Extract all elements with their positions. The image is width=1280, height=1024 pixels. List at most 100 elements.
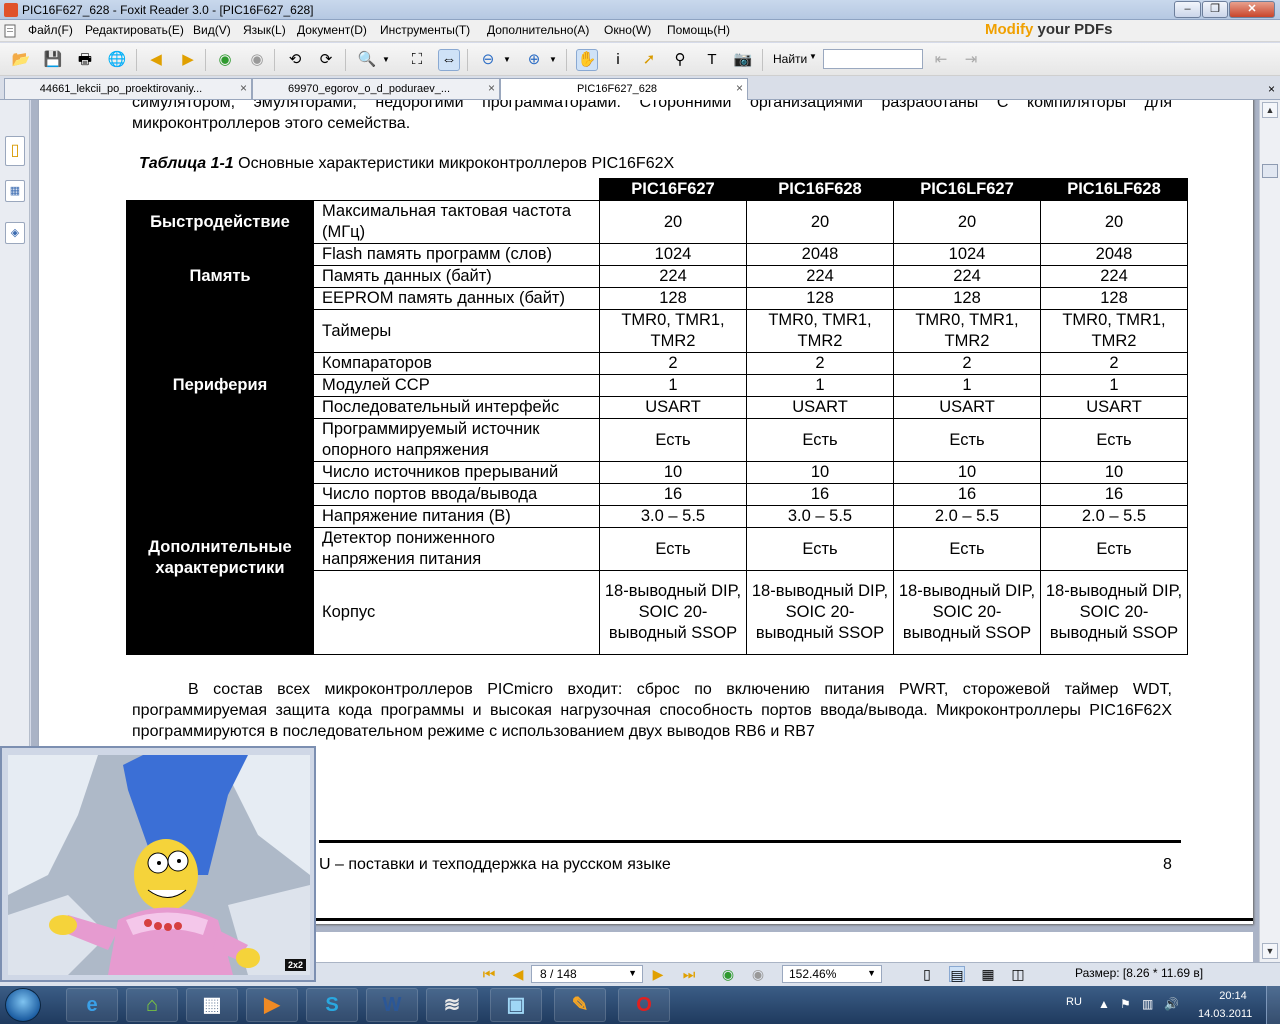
- image-viewer-icon[interactable]: ▣: [490, 988, 542, 1022]
- cartoon-character-image: [8, 755, 310, 975]
- menu-help[interactable]: Помощь(H): [667, 23, 730, 37]
- find-previous-icon[interactable]: ⇤: [930, 49, 952, 71]
- menu-file[interactable]: Файл(F): [28, 23, 73, 37]
- layers-icon[interactable]: ◈: [5, 222, 25, 244]
- zoom-field[interactable]: 152.46% ▼: [782, 965, 882, 983]
- menu-advanced[interactable]: Дополнительно(A): [487, 23, 589, 37]
- value-cell: 16: [599, 483, 747, 506]
- scroll-down-icon[interactable]: ▼: [1262, 943, 1278, 959]
- find-input[interactable]: [823, 49, 923, 69]
- close-button[interactable]: ✕: [1229, 1, 1275, 18]
- media-player-icon[interactable]: ▦: [186, 988, 238, 1022]
- page-number-field[interactable]: 8 / 148 ▼: [531, 965, 643, 983]
- menu-document[interactable]: Документ(D): [297, 23, 367, 37]
- fit-page-icon[interactable]: ⛶: [406, 49, 428, 71]
- zoom-in-icon[interactable]: ⊕: [523, 49, 545, 71]
- zoom-out-icon[interactable]: ⊖: [477, 49, 499, 71]
- volume-icon[interactable]: 🔊: [1164, 997, 1179, 1011]
- vertical-scrollbar[interactable]: ▲ ▼: [1259, 100, 1280, 962]
- flag-icon[interactable]: ⚑: [1120, 997, 1131, 1011]
- facing-pages-icon[interactable]: ▦: [980, 966, 996, 982]
- hand-tool-icon[interactable]: ✋: [576, 49, 598, 71]
- start-button[interactable]: [5, 988, 41, 1022]
- value-cell: TMR0, TMR1, TMR2: [893, 309, 1041, 353]
- email-icon[interactable]: 🌐: [106, 49, 128, 71]
- last-page-icon[interactable]: ⏭: [681, 966, 697, 982]
- param-cell: Память данных (байт): [313, 265, 600, 288]
- back-icon[interactable]: ◀: [145, 49, 167, 71]
- previous-page-icon[interactable]: ◀: [510, 966, 526, 982]
- tab-lekcii[interactable]: 44661_lekcii_po_proektirovaniy... ×: [4, 78, 252, 99]
- chevron-down-icon[interactable]: ▼: [867, 968, 876, 978]
- single-page-icon[interactable]: ▯: [919, 966, 935, 982]
- continuous-facing-icon[interactable]: ◫: [1010, 966, 1026, 982]
- next-view-icon[interactable]: ◉: [750, 966, 766, 982]
- toolbar-separator: [136, 49, 137, 71]
- param-cell: Таймеры: [313, 309, 600, 353]
- snapshot-icon[interactable]: 📷: [732, 49, 754, 71]
- next-page-icon[interactable]: ▶: [650, 966, 666, 982]
- close-icon[interactable]: ×: [488, 81, 495, 95]
- word-icon[interactable]: W: [366, 988, 418, 1022]
- print-icon[interactable]: 🖶: [74, 49, 96, 71]
- close-icon[interactable]: ×: [736, 81, 743, 95]
- restore-button[interactable]: ❐: [1202, 1, 1228, 18]
- menu-tools[interactable]: Инструменты(T): [380, 23, 470, 37]
- value-cell: 3.0 – 5.5: [746, 505, 894, 528]
- previous-view-icon[interactable]: ◉: [720, 966, 736, 982]
- go-forward-view-icon[interactable]: ◉: [246, 49, 268, 71]
- video-player-window[interactable]: 2x2: [0, 746, 316, 982]
- value-cell: 10: [1040, 461, 1188, 484]
- value-cell: 18-выводный DIP, SOIC 20-выводный SSOP: [893, 570, 1041, 655]
- app-icon[interactable]: ≋: [426, 988, 478, 1022]
- menu-edit[interactable]: Редактировать(E): [85, 23, 184, 37]
- page-thumbnails-icon[interactable]: ▦: [5, 180, 25, 202]
- first-page-icon[interactable]: ⏮: [481, 966, 497, 982]
- typewriter-icon[interactable]: T: [701, 49, 723, 71]
- bookmarks-icon[interactable]: ▯: [5, 136, 25, 166]
- close-icon[interactable]: ×: [240, 81, 247, 95]
- network-icon[interactable]: ▥: [1142, 997, 1153, 1011]
- rotate-right-icon[interactable]: ⟳: [315, 49, 337, 71]
- value-cell: 224: [746, 265, 894, 288]
- tab-egorov[interactable]: 69970_egorov_o_d_poduraev_... ×: [252, 78, 500, 99]
- save-icon[interactable]: 💾: [42, 49, 64, 71]
- find-next-icon[interactable]: ⇥: [960, 49, 982, 71]
- show-desktop-button[interactable]: [1266, 986, 1280, 1024]
- go-back-view-icon[interactable]: ◉: [214, 49, 236, 71]
- language-indicator[interactable]: RU: [1066, 996, 1082, 1008]
- opera-icon[interactable]: O: [618, 988, 670, 1022]
- clock-time[interactable]: 20:14: [1213, 990, 1253, 1002]
- skype-icon[interactable]: S: [306, 988, 358, 1022]
- scroll-up-icon[interactable]: ▲: [1262, 102, 1278, 118]
- forward-icon[interactable]: ▶: [177, 49, 199, 71]
- chevron-down-icon[interactable]: ▼: [628, 968, 637, 978]
- menu-language[interactable]: Язык(L): [243, 23, 286, 37]
- minimize-button[interactable]: –: [1174, 1, 1201, 18]
- scroll-thumb[interactable]: [1262, 164, 1278, 178]
- chevron-down-icon[interactable]: ▼: [380, 49, 392, 71]
- internet-explorer-icon[interactable]: e: [66, 988, 118, 1022]
- chevron-down-icon[interactable]: ▼: [547, 49, 559, 71]
- param-cell: Компараторов: [313, 352, 600, 375]
- chevron-down-icon[interactable]: ▼: [809, 52, 817, 61]
- chevron-down-icon[interactable]: ▼: [501, 49, 513, 71]
- binoculars-icon[interactable]: ⚲: [669, 49, 691, 71]
- zoom-in-tool-icon[interactable]: 🔍: [356, 49, 378, 71]
- fit-width-icon[interactable]: ⇔: [438, 49, 460, 71]
- tab-pic16f627[interactable]: PIC16F627_628 ×: [500, 78, 748, 101]
- open-icon[interactable]: 📂: [10, 49, 32, 71]
- video-player-icon[interactable]: ▶: [246, 988, 298, 1022]
- select-arrow-icon[interactable]: ➚: [638, 49, 660, 71]
- ad-banner[interactable]: Modify your PDFs: [985, 21, 1215, 41]
- clock-date[interactable]: 14.03.2011: [1198, 1008, 1252, 1020]
- menu-window[interactable]: Окно(W): [604, 23, 651, 37]
- menu-view[interactable]: Вид(V): [193, 23, 231, 37]
- select-text-icon[interactable]: Ꭵ: [607, 49, 629, 71]
- continuous-page-icon[interactable]: ▤: [949, 966, 965, 983]
- foxit-reader-icon[interactable]: ✎: [554, 988, 606, 1022]
- rotate-left-icon[interactable]: ⟲: [284, 49, 306, 71]
- tray-expand-icon[interactable]: ▲: [1098, 997, 1110, 1011]
- home-folder-icon[interactable]: ⌂: [126, 988, 178, 1022]
- close-all-tabs-icon[interactable]: ×: [1268, 82, 1275, 96]
